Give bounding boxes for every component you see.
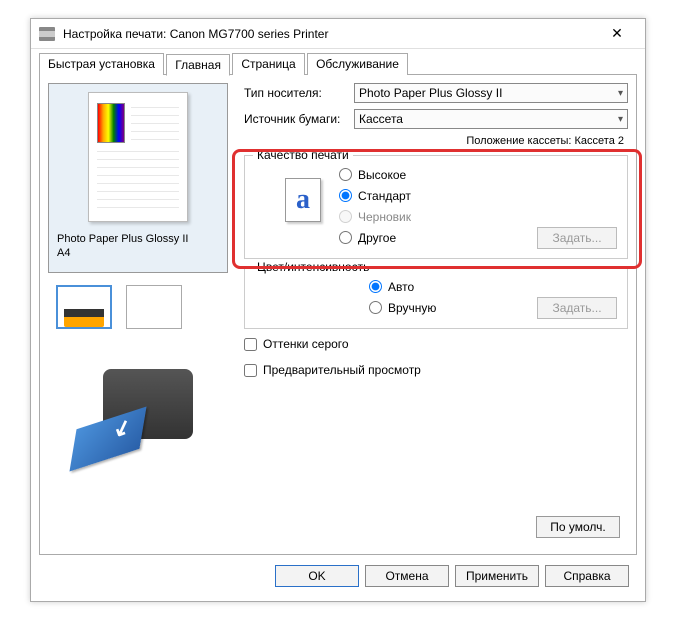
tab-content-main: Photo Paper Plus Glossy II A4 ↙ Тип носи… <box>39 75 637 555</box>
color-radio-manual[interactable]: Вручную Задать... <box>369 297 617 318</box>
color-set-button: Задать... <box>537 297 617 319</box>
close-icon: ✕ <box>611 25 623 42</box>
color-radio-manual-input[interactable] <box>369 301 382 314</box>
titlebar: Настройка печати: Canon MG7700 series Pr… <box>31 19 645 49</box>
tab-page[interactable]: Страница <box>232 53 304 75</box>
preview-label: Предварительный просмотр <box>263 363 421 377</box>
quality-standard-label: Стандарт <box>358 189 411 203</box>
ok-button[interactable]: OK <box>275 565 359 587</box>
tab-strip: Быстрая установка Главная Страница Обслу… <box>39 53 637 75</box>
paper-source-select[interactable]: Кассета <box>354 109 628 129</box>
grayscale-checkbox[interactable] <box>244 338 257 351</box>
media-type-row: Тип носителя: Photo Paper Plus Glossy II <box>244 83 628 103</box>
grayscale-label: Оттенки серого <box>263 337 349 351</box>
defaults-button[interactable]: По умолч. <box>536 516 620 538</box>
feeder-thumbnails <box>48 285 238 329</box>
print-settings-dialog: Настройка печати: Canon MG7700 series Pr… <box>30 18 646 602</box>
grayscale-checkbox-row[interactable]: Оттенки серого <box>244 337 628 351</box>
quality-draft-label: Черновик <box>358 210 411 224</box>
preview-checkbox-row[interactable]: Предварительный просмотр <box>244 363 628 377</box>
paper-source-label: Источник бумаги: <box>244 112 354 126</box>
quality-radio-draft: Черновик <box>339 206 617 227</box>
left-panel: Photo Paper Plus Glossy II A4 ↙ <box>48 83 238 546</box>
preview-box: Photo Paper Plus Glossy II A4 <box>48 83 228 273</box>
help-button[interactable]: Справка <box>545 565 629 587</box>
feeder-thumb-2[interactable] <box>126 285 182 329</box>
color-radio-auto[interactable]: Авто <box>369 276 617 297</box>
media-type-label: Тип носителя: <box>244 86 354 100</box>
print-quality-legend: Качество печати <box>253 148 353 162</box>
print-quality-fieldset: Качество печати a Высокое Стандарт <box>244 155 628 259</box>
quality-radio-other-input[interactable] <box>339 231 352 244</box>
preview-checkbox[interactable] <box>244 364 257 377</box>
tab-maintenance[interactable]: Обслуживание <box>307 53 408 75</box>
quality-set-button: Задать... <box>537 227 617 249</box>
page-preview-icon <box>88 92 188 222</box>
color-radio-auto-input[interactable] <box>369 280 382 293</box>
quality-high-label: Высокое <box>358 168 406 182</box>
tab-quick-setup[interactable]: Быстрая установка <box>39 53 164 75</box>
quality-radio-other[interactable]: Другое Задать... <box>339 227 617 248</box>
tab-main[interactable]: Главная <box>166 54 230 76</box>
quality-radio-standard-input[interactable] <box>339 189 352 202</box>
color-auto-label: Авто <box>388 280 414 294</box>
client-area: Быстрая установка Главная Страница Обслу… <box>31 49 645 595</box>
paper-source-row: Источник бумаги: Кассета <box>244 109 628 129</box>
printer-icon <box>39 27 55 41</box>
apply-button[interactable]: Применить <box>455 565 539 587</box>
color-intensity-legend: Цвет/интенсивность <box>253 260 373 274</box>
quality-radio-high-input[interactable] <box>339 168 352 181</box>
preview-paper-size: A4 <box>57 246 188 260</box>
right-panel: Тип носителя: Photo Paper Plus Glossy II… <box>238 83 628 546</box>
quality-other-label: Другое <box>358 231 396 245</box>
close-button[interactable]: ✕ <box>597 20 637 48</box>
cancel-button[interactable]: Отмена <box>365 565 449 587</box>
printer-illustration: ↙ <box>73 359 213 469</box>
feeder-thumb-1[interactable] <box>56 285 112 329</box>
quality-radio-draft-input <box>339 210 352 223</box>
quality-radio-standard[interactable]: Стандарт <box>339 185 617 206</box>
preview-media-name: Photo Paper Plus Glossy II <box>57 232 188 246</box>
color-intensity-fieldset: Цвет/интенсивность Авто Вручную Задать..… <box>244 267 628 329</box>
preview-caption: Photo Paper Plus Glossy II A4 <box>49 228 196 264</box>
window-title: Настройка печати: Canon MG7700 series Pr… <box>63 27 597 41</box>
dialog-button-bar: OK Отмена Применить Справка <box>39 555 637 587</box>
color-manual-label: Вручную <box>388 301 436 315</box>
quality-preview-icon: a <box>285 178 321 222</box>
media-type-select[interactable]: Photo Paper Plus Glossy II <box>354 83 628 103</box>
quality-radio-high[interactable]: Высокое <box>339 164 617 185</box>
cassette-position-text: Положение кассеты: Кассета 2 <box>244 135 628 147</box>
